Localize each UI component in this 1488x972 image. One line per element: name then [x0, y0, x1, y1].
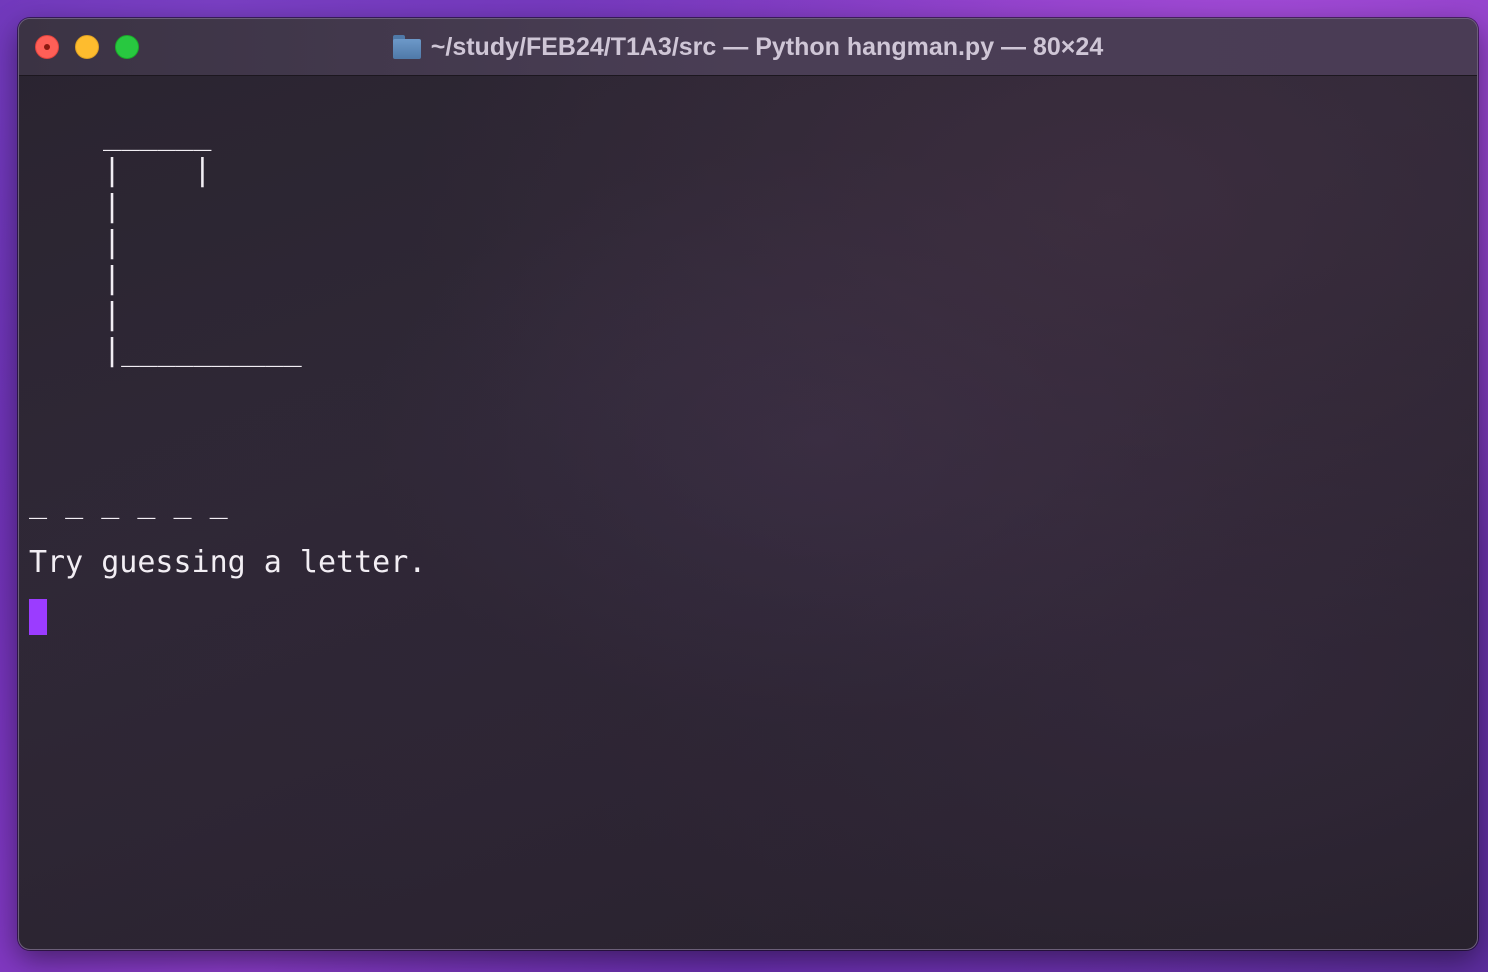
window-title: ~/study/FEB24/T1A3/src — Python hangman.…: [430, 32, 1104, 61]
gallows-ascii-art: ______ | | | | | | |__________: [103, 117, 302, 368]
title-bar[interactable]: ~/study/FEB24/T1A3/src — Python hangman.…: [19, 19, 1477, 76]
word-blanks: _ _ _ _ _ _: [29, 485, 228, 520]
text-cursor[interactable]: [29, 599, 47, 635]
window-title-area: ~/study/FEB24/T1A3/src — Python hangman.…: [19, 19, 1477, 75]
terminal-content[interactable]: ______ | | | | | | |__________ _ _ _ _ _…: [29, 75, 1477, 949]
prompt-message: Try guessing a letter.: [29, 545, 427, 580]
terminal-window: ~/study/FEB24/T1A3/src — Python hangman.…: [18, 18, 1478, 950]
folder-icon: [392, 35, 421, 59]
